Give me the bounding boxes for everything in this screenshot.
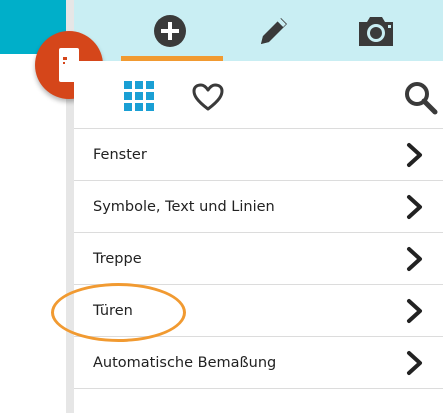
chevron-right-icon [407,194,422,219]
list-item-symbole[interactable]: Symbole, Text und Linien [74,181,443,233]
list-item-bemassung[interactable]: Automatische Bemaßung [74,337,443,389]
list-item-fenster[interactable]: Fenster [74,129,443,181]
chevron-right-icon [407,142,422,167]
chevron-right-icon [407,298,422,323]
tab-camera[interactable] [336,0,416,61]
grid-icon[interactable] [124,81,155,112]
tab-add[interactable] [122,0,218,61]
list-item-label: Fenster [93,146,147,163]
tab-bar [74,0,443,61]
chevron-right-icon [407,246,422,271]
category-list: Fenster Symbole, Text und Linien Treppe … [74,128,443,389]
list-item-label: Treppe [93,250,142,267]
catalog-toolbar [74,61,443,128]
search-icon[interactable] [404,81,438,115]
tab-edit[interactable] [234,0,314,61]
heart-icon[interactable] [192,83,224,111]
plus-circle-icon [154,14,186,47]
camera-icon [359,16,393,46]
list-item-label: Symbole, Text und Linien [93,198,275,215]
list-item-tueren[interactable]: Türen [74,285,443,337]
chevron-right-icon [407,350,422,375]
list-item-treppe[interactable]: Treppe [74,233,443,285]
list-item-label: Türen [93,302,133,319]
pencil-icon [261,16,287,44]
list-item-label: Automatische Bemaßung [93,354,277,371]
